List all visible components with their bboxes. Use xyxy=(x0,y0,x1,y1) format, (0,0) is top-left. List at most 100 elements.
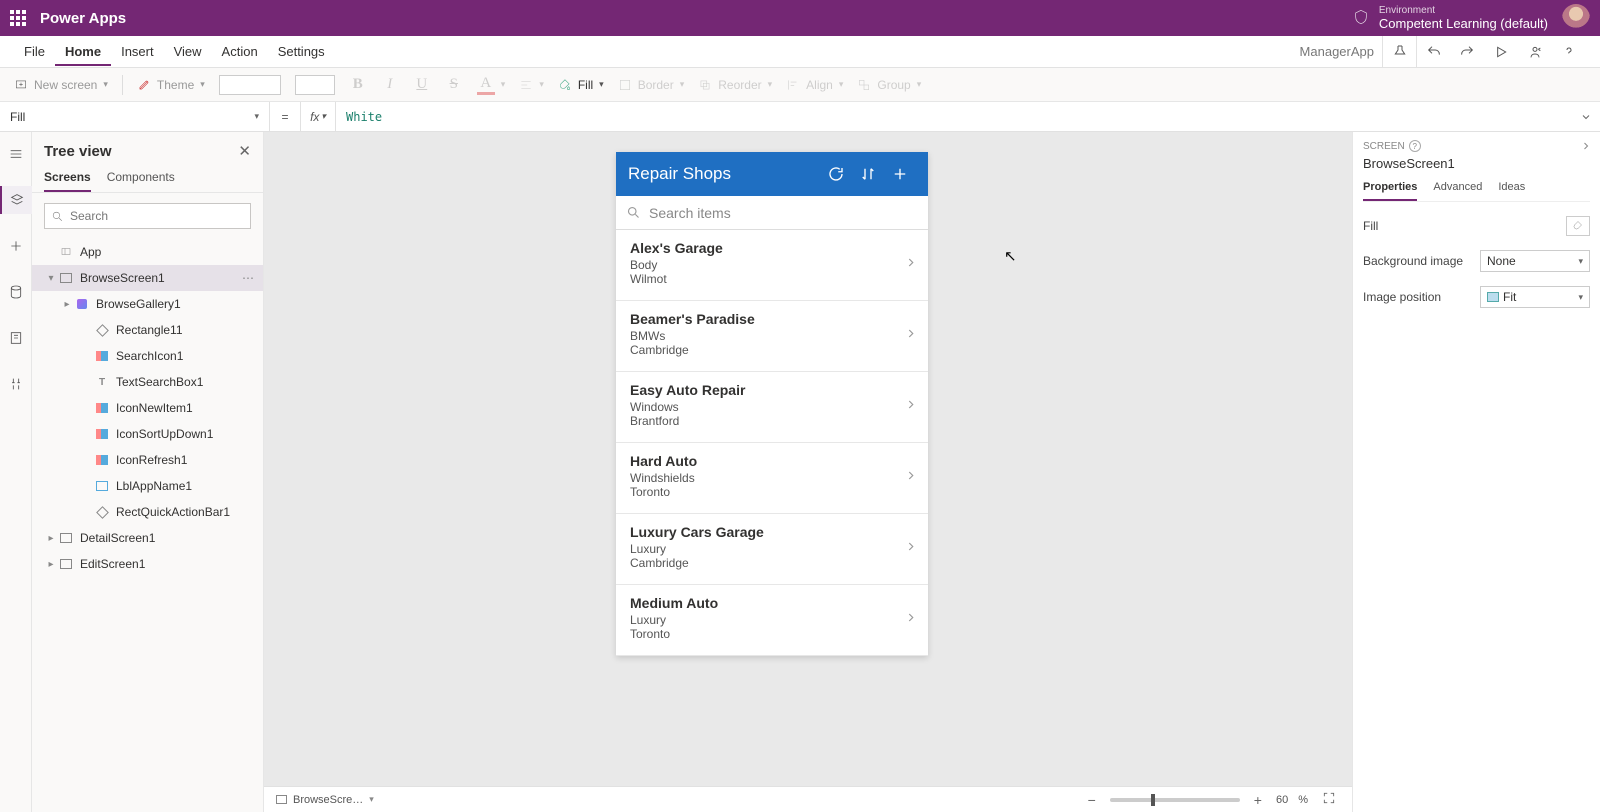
align-button[interactable]: Align▾ xyxy=(786,78,843,92)
fit-to-window-icon[interactable] xyxy=(1318,791,1340,808)
app-search-placeholder: Search items xyxy=(649,205,731,221)
tree-node-searchicon1[interactable]: SearchIcon1 xyxy=(32,343,263,369)
refresh-icon[interactable] xyxy=(820,158,852,190)
tree-node-app[interactable]: App xyxy=(32,239,263,265)
user-avatar[interactable] xyxy=(1562,4,1590,32)
chevron-right-icon[interactable] xyxy=(904,256,918,275)
chevron-right-icon[interactable] xyxy=(904,611,918,630)
prop-bgimg-label: Background image xyxy=(1363,254,1480,268)
tab-screens[interactable]: Screens xyxy=(44,170,91,192)
tab-components[interactable]: Components xyxy=(107,170,175,192)
list-item[interactable]: Hard AutoWindshieldsToronto xyxy=(616,443,928,514)
menu-home[interactable]: Home xyxy=(55,37,111,66)
tab-ideas[interactable]: Ideas xyxy=(1498,181,1525,201)
item-subtitle: Windshields xyxy=(630,471,914,485)
italic-icon[interactable]: I xyxy=(381,76,399,93)
fill-label: Fill xyxy=(578,78,593,92)
tree-node-textsearchbox[interactable]: TextSearchBox1 xyxy=(32,369,263,395)
formula-value[interactable]: White xyxy=(336,110,1572,124)
tree-node-detailscreen[interactable]: ▸ DetailScreen1 xyxy=(32,525,263,551)
expand-formula-icon[interactable] xyxy=(1572,111,1600,123)
group-label: Group xyxy=(877,78,910,92)
tree-node-browsescreen[interactable]: ▾ BrowseScreen1 ⋯ xyxy=(32,265,263,291)
zoom-slider[interactable] xyxy=(1110,798,1240,802)
list-item[interactable]: Alex's GarageBodyWilmot xyxy=(616,230,928,301)
new-screen-button[interactable]: New screen ▾ xyxy=(14,78,108,92)
font-color-button[interactable]: A▾ xyxy=(477,75,506,95)
tab-properties[interactable]: Properties xyxy=(1363,181,1417,201)
selection-breadcrumb[interactable]: BrowseScre… ▾ xyxy=(276,794,374,806)
tree-node-rectquickaction[interactable]: RectQuickActionBar1 xyxy=(32,499,263,525)
tree-search-input[interactable]: Search xyxy=(44,203,251,229)
item-title: Luxury Cars Garage xyxy=(630,524,914,540)
environment-picker[interactable]: Environment Competent Learning (default) xyxy=(1353,5,1548,31)
rail-data-icon[interactable] xyxy=(0,278,32,306)
prop-imgpos-dropdown[interactable]: Fit ▾ xyxy=(1480,286,1590,308)
list-item[interactable]: Beamer's ParadiseBMWsCambridge xyxy=(616,301,928,372)
undo-icon[interactable] xyxy=(1416,36,1450,68)
tree-node-lblappname[interactable]: LblAppName1 xyxy=(32,473,263,499)
redo-icon[interactable] xyxy=(1450,36,1484,68)
node-more-icon[interactable]: ⋯ xyxy=(242,271,255,285)
chevron-right-icon[interactable] xyxy=(904,540,918,559)
app-search-input[interactable]: Search items xyxy=(616,196,928,230)
tree-node-rectangle11[interactable]: Rectangle11 xyxy=(32,317,263,343)
list-item[interactable]: Luxury Cars GarageLuxuryCambridge xyxy=(616,514,928,585)
zoom-out-button[interactable]: − xyxy=(1084,792,1100,808)
underline-icon[interactable]: U xyxy=(413,76,431,93)
prop-imgpos-label: Image position xyxy=(1363,290,1480,304)
theme-button[interactable]: Theme ▾ xyxy=(137,78,205,92)
rail-insert-icon[interactable] xyxy=(0,232,32,260)
rail-tools-icon[interactable] xyxy=(0,370,32,398)
tab-advanced[interactable]: Advanced xyxy=(1433,181,1482,201)
menu-view[interactable]: View xyxy=(164,44,212,59)
font-size-box[interactable] xyxy=(295,75,335,95)
property-dropdown[interactable]: Fill ▾ xyxy=(0,102,270,132)
tree-node-editscreen[interactable]: ▸ EditScreen1 xyxy=(32,551,263,577)
menu-file[interactable]: File xyxy=(14,44,55,59)
collapse-panel-icon[interactable] xyxy=(1580,140,1592,155)
bold-icon[interactable]: B xyxy=(349,76,367,93)
menu-settings[interactable]: Settings xyxy=(268,44,335,59)
reorder-button[interactable]: Reorder▾ xyxy=(698,78,772,92)
mouse-cursor-icon: ↖ xyxy=(1004,247,1017,265)
item-body: Cambridge xyxy=(630,556,914,570)
chevron-right-icon[interactable] xyxy=(904,327,918,346)
font-family-box[interactable] xyxy=(219,75,281,95)
border-button[interactable]: Border▾ xyxy=(618,78,685,92)
prop-bgimg-dropdown[interactable]: None▾ xyxy=(1480,250,1590,272)
list-item[interactable]: Medium AutoLuxuryToronto xyxy=(616,585,928,656)
menu-insert[interactable]: Insert xyxy=(111,44,164,59)
help-icon[interactable] xyxy=(1552,36,1586,68)
close-tree-icon[interactable]: ✕ xyxy=(238,142,251,160)
preview-icon[interactable] xyxy=(1484,36,1518,68)
app-checker-icon[interactable] xyxy=(1382,36,1416,68)
tree-node-gallery[interactable]: ▸ BrowseGallery1 xyxy=(32,291,263,317)
text-align-button[interactable]: ▾ xyxy=(519,78,544,92)
list-item[interactable]: Easy Auto RepairWindowsBrantford xyxy=(616,372,928,443)
info-icon[interactable]: ? xyxy=(1409,140,1421,152)
menu-action[interactable]: Action xyxy=(212,44,268,59)
strike-icon[interactable]: S xyxy=(445,76,463,93)
prop-fill-swatch[interactable] xyxy=(1566,216,1590,236)
canvas[interactable]: Repair Shops Search items Alex's GarageB… xyxy=(264,132,1352,812)
chevron-right-icon[interactable] xyxy=(904,398,918,417)
tree-node-iconrefresh[interactable]: IconRefresh1 xyxy=(32,447,263,473)
fx-button[interactable]: fx▾ xyxy=(300,102,336,132)
group-button[interactable]: Group▾ xyxy=(857,78,921,92)
tree-node-iconsort[interactable]: IconSortUpDown1 xyxy=(32,421,263,447)
chevron-right-icon[interactable] xyxy=(904,469,918,488)
sort-icon[interactable] xyxy=(852,158,884,190)
item-title: Easy Auto Repair xyxy=(630,382,914,398)
rail-treeview-icon[interactable] xyxy=(0,186,32,214)
rail-hamburger-icon[interactable] xyxy=(0,140,32,168)
share-icon[interactable] xyxy=(1518,36,1552,68)
tree-node-iconnewitem[interactable]: IconNewItem1 xyxy=(32,395,263,421)
rail-media-icon[interactable] xyxy=(0,324,32,352)
zoom-in-button[interactable]: + xyxy=(1250,792,1266,808)
app-launcher-icon[interactable] xyxy=(10,10,26,26)
fill-button[interactable]: Fill ▾ xyxy=(558,78,604,92)
screen-icon xyxy=(276,795,287,804)
item-subtitle: Windows xyxy=(630,400,914,414)
add-icon[interactable] xyxy=(884,158,916,190)
